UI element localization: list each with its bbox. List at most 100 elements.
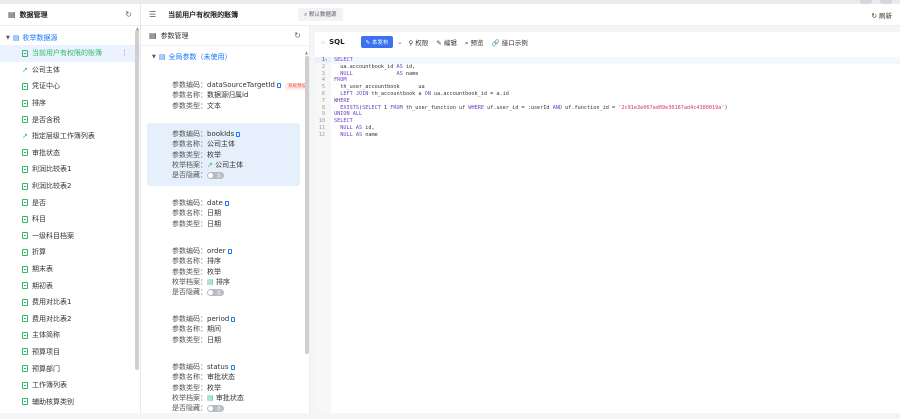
param-refresh-icon[interactable]: ↻ [294,31,301,40]
param-card[interactable]: 参数编码：order 参数名称：排序 参数类型：枚举 枚举档案：▤ 排序 是否隐藏：否 [147,240,300,303]
edit-label: 编辑 [443,39,457,47]
code-line: EXISTS(SELECT 1 FROM th_user_function uf… [340,104,728,111]
sidebar-item[interactable]: 一级科目档案 [0,228,140,245]
sidebar-item[interactable]: ↗ 公司主体 [0,62,140,79]
sidebar-item[interactable]: 期末表 [0,261,140,278]
sql-label: SQL [329,38,345,46]
sidebar-item[interactable]: 是否含税 [0,111,140,128]
sidebar-item[interactable]: 费用对比表2 [0,311,140,328]
table-icon: ▤ [207,277,216,286]
table-icon [22,182,28,190]
sidebar-header: ▤ 数据管理 ↻ [0,4,140,26]
param-key-label: 参数类型： [172,267,207,276]
code-line: SELECT [334,118,353,125]
search-icon: ⌕ [464,38,469,47]
global-params-group[interactable]: ▼ ▤ 全局参数（未使用） [141,49,309,65]
datasource-tree: ▼ ▤ 枚举数据源 当前用户有权限的账簿 ⋮ ↗ 公司主体 凭证中心 排序 是否含税 ↗ 指定层… [0,26,140,410]
sidebar-item-label: 排序 [32,99,46,108]
param-row: 参数名称：排序 [172,256,300,266]
link-icon: ↗ [22,65,28,74]
sidebar-item[interactable]: 是否 [0,194,140,211]
sql-editor[interactable]: 1 ▾ SELECT 2 ua.accountbook_id AS id, 3 NULL… [315,57,900,413]
sidebar-item[interactable]: ↗ 指定层级工作簿列表 [0,128,140,145]
param-key-label: 参数名称： [172,257,207,266]
param-value: order [207,247,226,255]
chevron-down-icon[interactable]: ⌄ [397,39,402,46]
refresh-button[interactable]: ↻ 刷新 [871,10,892,20]
sidebar-item-label: 是否 [32,198,46,207]
copy-icon[interactable] [231,316,236,322]
caret-down-icon[interactable]: ▼ [6,35,10,41]
copy-icon[interactable] [224,200,229,206]
sidebar-item[interactable]: 凭证中心 [0,78,140,95]
sidebar-item[interactable]: 利润比较表2 [0,178,140,195]
sidebar-item-label: 期末表 [32,265,53,274]
code-line: LEFT JOIN th_accountbook a ON ua.account… [340,91,509,97]
sidebar-item[interactable]: 预算部门 [0,360,140,377]
sidebar-item[interactable]: 折算 [0,244,140,261]
sidebar-item-label: 辅助核算类别 [32,397,74,406]
sidebar-item[interactable]: 利润比较表1 [0,161,140,178]
sidebar-item[interactable]: 审批状态 [0,145,140,162]
line-number: 6 [321,91,325,97]
datasource-badge[interactable]: ⌕ 默认数据源 [298,8,343,21]
data-sidebar: ▤ 数据管理 ↻ ▼ ▤ 枚举数据源 当前用户有权限的账簿 ⋮ ↗ 公司主体 凭证中心排… [0,4,141,413]
publish-status-button[interactable]: ✎ 本发布 [360,36,394,48]
edit-button[interactable]: ✎ 编辑 [436,37,457,47]
hidden-toggle[interactable]: 否 [207,171,224,179]
sidebar-item[interactable]: 科目 [0,211,140,228]
param-card[interactable]: 参数编码：status 参数名称：审批状态 参数类型：枚举 枚举档案：▤ 审批状态 是否… [147,356,300,419]
sidebar-item[interactable]: 费用对比表1 [0,294,140,311]
hidden-toggle[interactable]: 否 [207,288,224,296]
line-number: 5 [321,84,325,91]
param-key-label: 枚举档案： [172,160,207,169]
preview-button[interactable]: ⌕ 预览 [465,37,484,48]
param-value: 日期 [207,209,221,218]
permission-button[interactable]: ⚲ 权限 [408,37,428,47]
param-panel-title: 参数管理 [160,31,189,40]
refresh-icon: ↻ [871,11,877,20]
param-panel: ▤ 参数管理 ↻ ▼ ▤ 全局参数（未使用） 参数编码：dataSourceTa… [141,26,310,413]
param-key-label: 是否隐藏： [172,288,207,297]
param-card[interactable]: 参数编码：bookIds 参数名称：公司主体 参数类型：枚举 枚举档案：↗ 公司主体是… [147,123,300,187]
permission-label: 权限 [415,39,429,47]
copy-icon[interactable] [236,131,241,137]
fold-icon[interactable]: ▾ [325,57,327,62]
sidebar-item-label: 当前用户有权限的账簿 [32,49,102,58]
sidebar-item[interactable]: 主体简称 [0,327,140,344]
hidden-toggle[interactable]: 否 [207,404,224,412]
sidebar-item[interactable]: 预算项目 [0,344,140,361]
sidebar-refresh-icon[interactable]: ↻ [125,10,132,19]
scroll-up-icon[interactable]: ▲ [305,50,308,55]
sidebar-item[interactable]: 排序 [0,95,140,112]
param-key-label: 参数类型： [172,335,207,344]
param-key-label: 参数编码： [172,81,207,89]
param-value: status [207,363,229,371]
param-card[interactable]: 参数编码：dataSourceTargetId 系统预设 参数名称：数据源归属id 参… [147,74,309,117]
param-key-label: 是否隐藏： [172,171,207,180]
param-key-label: 参数名称： [172,140,207,149]
tree-root-enum-datasource[interactable]: ▼ ▤ 枚举数据源 [0,31,140,45]
sidebar-item[interactable]: 工作簿列表 [0,377,140,394]
sidebar-item[interactable]: 期初表 [0,277,140,294]
param-list-icon: ▤ [149,31,157,40]
param-card[interactable]: 参数编码：period 参数名称：期间 参数类型：日期 [147,308,300,351]
sidebar-scrollbar[interactable] [135,30,139,370]
sidebar-item-label: 指定层级工作簿列表 [31,132,95,141]
sidebar-item[interactable]: 辅助核算类别 [0,393,140,410]
param-key-label: 是否隐藏： [172,404,207,413]
api-example-button[interactable]: 🔗 接口示例 [492,37,528,47]
copy-icon[interactable] [230,364,235,370]
sidebar-item-label: 一级科目档案 [32,231,74,240]
param-card[interactable]: 参数编码：date 参数名称：日期 参数类型：日期 [147,192,300,235]
param-scrollbar[interactable] [305,56,309,354]
caret-down-icon[interactable]: ▼ [152,54,156,60]
param-row: 是否隐藏： 否 [172,403,300,413]
main-header: ☰ 当前用户有权限的账簿 ⌕ 默认数据源 ↻ 刷新 [141,4,900,26]
copy-icon[interactable] [227,248,232,254]
copy-icon[interactable] [276,82,281,88]
more-options-icon[interactable]: ⋮ [121,49,128,57]
param-row: 枚举档案：▤ 审批状态 [172,393,300,403]
sidebar-item[interactable]: 当前用户有权限的账簿 ⋮ [0,45,140,62]
menu-icon[interactable]: ☰ [149,10,156,19]
